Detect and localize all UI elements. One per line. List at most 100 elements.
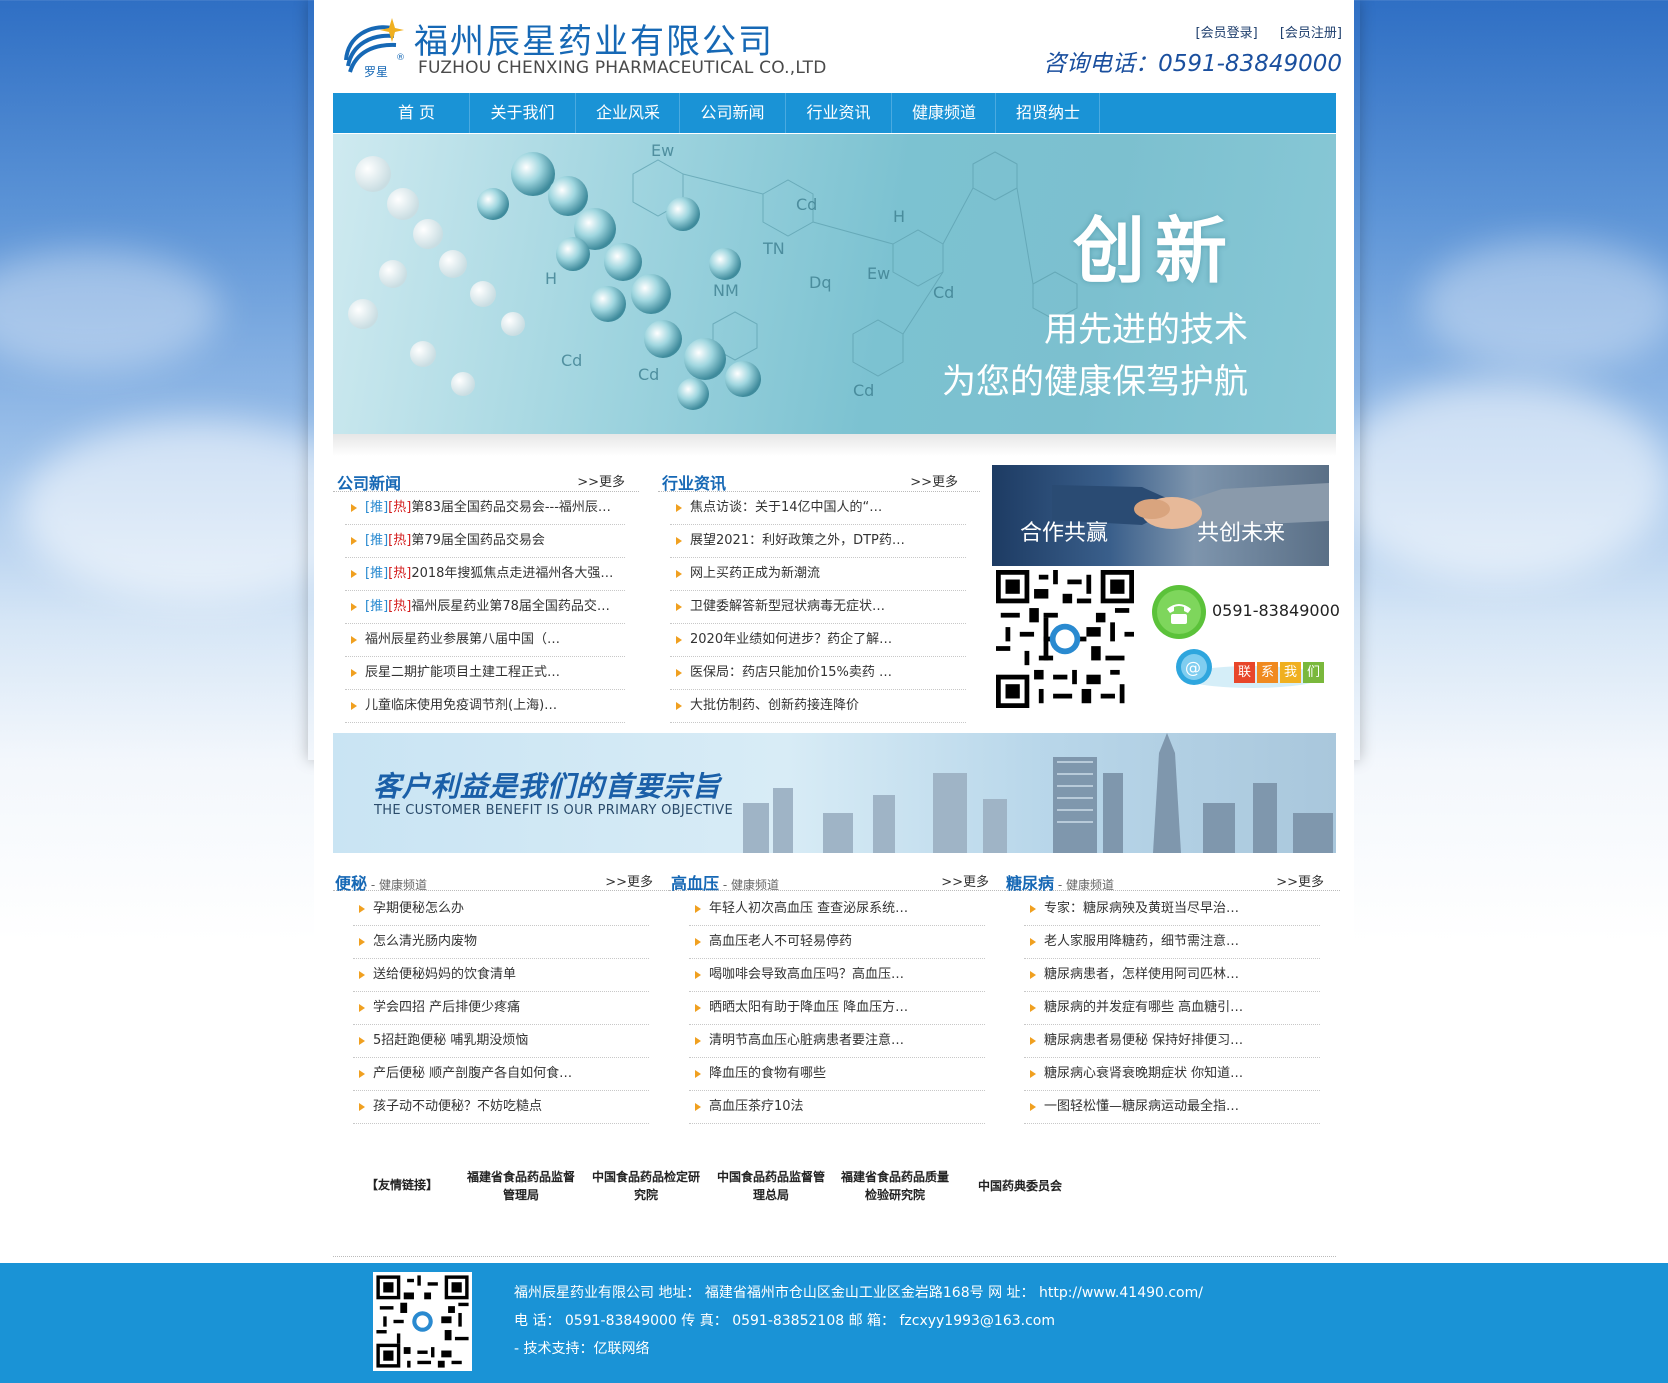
list-item[interactable]: 大批仿制药、创新药接连降价: [670, 690, 966, 723]
list-item[interactable]: 医保局：药店只能加价15%卖药 …: [670, 657, 966, 690]
svg-text:H: H: [545, 269, 557, 288]
list-item[interactable]: 晒晒太阳有助于降血压 降血压方…: [689, 992, 985, 1025]
list-item[interactable]: [推][热]第83届全国药品交易会---福州辰…: [345, 492, 625, 525]
member-links: [会员登录] [会员注册]: [1178, 22, 1342, 41]
nav-item-about[interactable]: 关于我们: [470, 93, 576, 133]
list-item[interactable]: 焦点访谈：关于14亿中国人的“…: [670, 492, 966, 525]
list-item[interactable]: [推][热]福州辰星药业第78届全国药品交…: [345, 591, 625, 624]
main-nav: 首 页 关于我们 企业风采 公司新闻 行业资讯 健康频道 招贤纳士: [333, 93, 1336, 133]
list-item[interactable]: 送给便秘妈妈的饮食清单: [353, 959, 649, 992]
list-item[interactable]: 降血压的食物有哪些: [689, 1058, 985, 1091]
list-item[interactable]: 糖尿病的并发症有哪些 高血糖引…: [1024, 992, 1320, 1025]
telephone-icon: [1152, 585, 1206, 639]
friendly-link[interactable]: 中国食品药品监督管理总局: [714, 1168, 828, 1204]
list-item[interactable]: 展望2021：利好政策之外，DTP药…: [670, 525, 966, 558]
company-news-title: 公司新闻: [337, 474, 402, 493]
nav-item-industry-news[interactable]: 行业资讯: [786, 93, 892, 133]
industry-news-more-link[interactable]: >>更多: [910, 471, 958, 490]
contact-char: 联: [1234, 662, 1255, 683]
health-more-link[interactable]: >>更多: [605, 871, 653, 890]
banner-line-1: 用先进的技术: [1044, 310, 1248, 350]
health-constipation-panel: 便秘 - 健康频道 >>更多 孕期便秘怎么办 怎么清光肠内废物 送给便秘妈妈的饮…: [333, 866, 669, 1124]
recommended-tag: [推]: [365, 566, 389, 581]
company-logo-icon[interactable]: 罗星 ®: [340, 14, 404, 80]
hot-tag: [热]: [388, 533, 412, 548]
news-title: 福州辰星药业参展第八届中国（…: [365, 632, 561, 647]
list-item[interactable]: 孩子动不动便秘？不妨吃糙点: [353, 1091, 649, 1124]
company-news-more-link[interactable]: >>更多: [577, 471, 625, 490]
health-more-link[interactable]: >>更多: [1276, 871, 1324, 890]
list-item[interactable]: 孕期便秘怎么办: [353, 893, 649, 926]
list-item[interactable]: 糖尿病患者，怎样使用阿司匹林…: [1024, 959, 1320, 992]
friendly-link[interactable]: 中国食品药品检定研究院: [589, 1168, 703, 1204]
member-login-link[interactable]: [会员登录]: [1196, 26, 1258, 41]
health-title: 高血压 - 健康频道: [671, 870, 779, 894]
friendly-link[interactable]: 中国药典委员会: [963, 1177, 1077, 1195]
nav-item-style[interactable]: 企业风采: [576, 93, 680, 133]
background-cloud: [1420, 240, 1668, 370]
health-more-link[interactable]: >>更多: [941, 871, 989, 890]
page-container: 罗星 ® 福州辰星药业有限公司 FUZHOU CHENXING PHARMACE…: [314, 0, 1354, 1383]
list-item[interactable]: 一图轻松懂—糖尿病运动最全指…: [1024, 1091, 1320, 1124]
list-item[interactable]: 福州辰星药业参展第八届中国（…: [345, 624, 625, 657]
background-cloud: [1330, 380, 1668, 580]
svg-text:NM: NM: [713, 281, 739, 300]
svg-text:@: @: [1185, 658, 1201, 677]
svg-text:Cd: Cd: [638, 365, 659, 384]
company-news-panel: 公司新闻 >>更多 [推][热]第83届全国药品交易会---福州辰… [推][热…: [333, 462, 639, 723]
cooperation-right-text: 共创未来: [1197, 521, 1286, 546]
friendly-link[interactable]: 福建省食品药品质量检验研究院: [838, 1168, 952, 1204]
contact-char: 我: [1280, 662, 1301, 683]
nav-item-home[interactable]: 首 页: [364, 93, 470, 133]
svg-text:Cd: Cd: [796, 195, 817, 214]
list-item[interactable]: 高血压老人不可轻易停药: [689, 926, 985, 959]
news-title: 儿童临床使用免疫调节剂(上海)…: [365, 698, 558, 713]
health-subtitle: - 健康频道: [367, 878, 427, 892]
industry-news-panel: 行业资讯 >>更多 焦点访谈：关于14亿中国人的“… 展望2021：利好政策之外…: [658, 462, 980, 723]
list-item[interactable]: 清明节高血压心脏病患者要注意…: [689, 1025, 985, 1058]
recommended-tag: [推]: [365, 599, 389, 614]
news-title: 第79届全国药品交易会: [411, 533, 545, 548]
list-item[interactable]: 老人家服用降糖药，细节需注意…: [1024, 926, 1320, 959]
list-item[interactable]: 5招赶跑便秘 哺乳期没烦恼: [353, 1025, 649, 1058]
list-item[interactable]: 怎么清光肠内废物: [353, 926, 649, 959]
list-item[interactable]: 专家：糖尿病殃及黄斑当尽早治…: [1024, 893, 1320, 926]
list-item[interactable]: 2020年业绩如何进步？药企了解…: [670, 624, 966, 657]
list-item[interactable]: 儿童临床使用免疫调节剂(上海)…: [345, 690, 625, 723]
list-item[interactable]: [推][热]2018年搜狐焦点走进福州各大强…: [345, 558, 625, 591]
company-name-en: FUZHOU CHENXING PHARMACEUTICAL CO.,LTD: [418, 58, 827, 78]
footer-contacts: 电 话： 0591-83849000 传 真： 0591-83852108 邮 …: [514, 1313, 1056, 1329]
health-title: 糖尿病 - 健康频道: [1006, 870, 1114, 894]
banner-shadow: [333, 434, 1336, 456]
qr-code-icon: [992, 570, 1138, 708]
list-item[interactable]: 喝咖啡会导致高血压吗？高血压…: [689, 959, 985, 992]
list-item[interactable]: 产后便秘 顺产剖腹产各自如何食…: [353, 1058, 649, 1091]
list-item[interactable]: 学会四招 产后排便少疼痛: [353, 992, 649, 1025]
nav-item-company-news[interactable]: 公司新闻: [680, 93, 786, 133]
footer-address: 福州辰星药业有限公司 地址： 福建省福州市仓山区金山工业区金岩路168号 网 址…: [514, 1285, 1203, 1301]
nav-item-jobs[interactable]: 招贤纳士: [996, 93, 1100, 133]
health-title: 便秘 - 健康频道: [335, 870, 427, 894]
cooperation-banner[interactable]: 合作共赢 共创未来: [992, 465, 1329, 566]
list-item[interactable]: 糖尿病心衰肾衰晚期症状 你知道…: [1024, 1058, 1320, 1091]
list-item[interactable]: 年轻人初次高血压 查查泌尿系统…: [689, 893, 985, 926]
list-item[interactable]: 高血压茶疗10法: [689, 1091, 985, 1124]
recommended-tag: [推]: [365, 533, 389, 548]
friendly-link[interactable]: 福建省食品药品监督管理局: [464, 1168, 578, 1204]
list-item[interactable]: 糖尿病患者易便秘 保持好排便习…: [1024, 1025, 1320, 1058]
contact-us-button[interactable]: 联 系 我 们: [1234, 662, 1326, 683]
hotline: 咨询电话：0591-83849000: [1043, 51, 1342, 77]
nav-item-health[interactable]: 健康频道: [892, 93, 996, 133]
industry-news-list: 焦点访谈：关于14亿中国人的“… 展望2021：利好政策之外，DTP药… 网上买…: [658, 492, 980, 723]
list-item[interactable]: 卫健委解答新型冠状病毒无症状…: [670, 591, 966, 624]
contact-char: 系: [1257, 662, 1278, 683]
health-header: 高血压 - 健康频道 >>更多: [669, 866, 1005, 894]
list-item[interactable]: 辰星二期扩能项目土建工程正式…: [345, 657, 625, 690]
list-item[interactable]: [推][热]第79届全国药品交易会: [345, 525, 625, 558]
recommended-tag: [推]: [365, 500, 389, 515]
health-diabetes-panel: 糖尿病 - 健康频道 >>更多 专家：糖尿病殃及黄斑当尽早治… 老人家服用降糖药…: [1004, 866, 1340, 1124]
svg-text:Cd: Cd: [561, 351, 582, 370]
side-panel: 合作共赢 共创未来 0591-83849000 @ 联 系 我 们: [992, 465, 1340, 708]
member-register-link[interactable]: [会员注册]: [1280, 26, 1342, 41]
list-item[interactable]: 网上买药正成为新潮流: [670, 558, 966, 591]
